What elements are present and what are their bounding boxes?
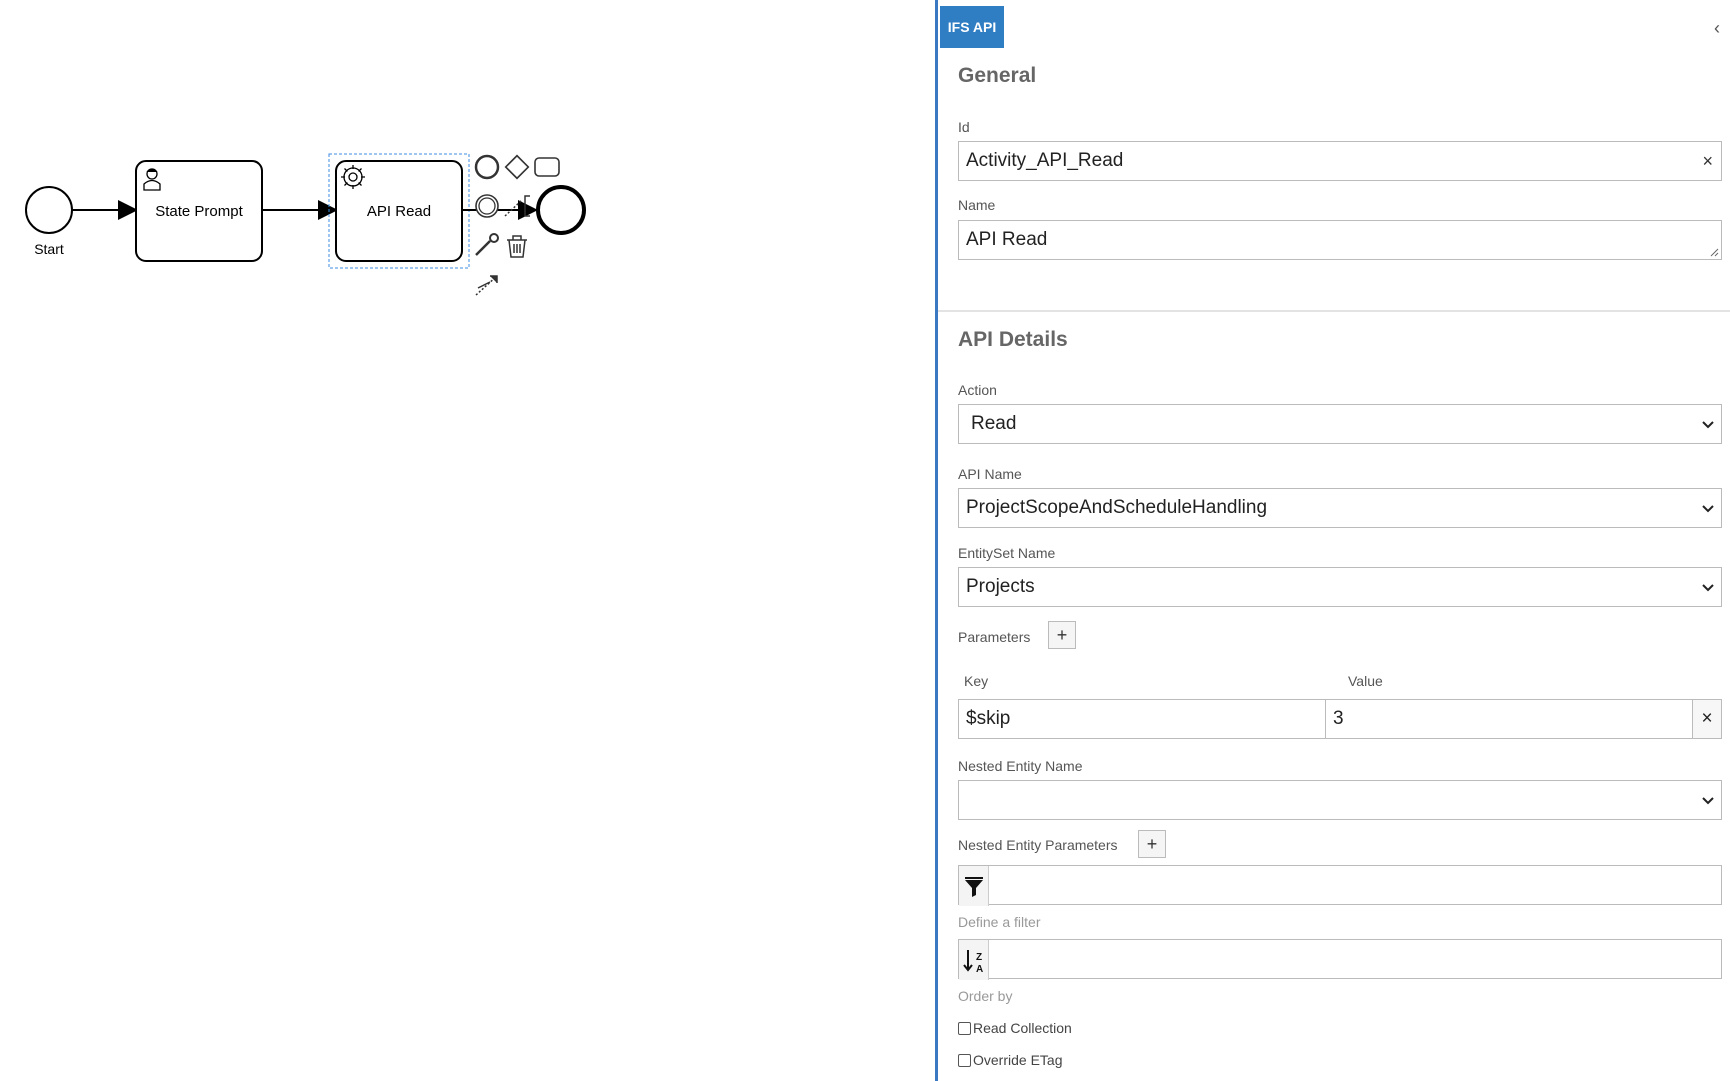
override-etag-checkbox[interactable]: Override ETag: [958, 1052, 1062, 1068]
task-api-read-label: API Read: [367, 203, 431, 220]
sort-descending-icon: Z A: [959, 940, 989, 980]
append-gateway-icon[interactable]: [504, 154, 530, 180]
checkbox-box[interactable]: [958, 1053, 971, 1067]
param-value-input[interactable]: 3: [1325, 699, 1693, 739]
general-section-title: General: [958, 64, 1037, 87]
connect-arrow-icon[interactable]: [475, 275, 498, 296]
add-parameter-button[interactable]: +: [1048, 621, 1076, 649]
chevron-down-icon: [1702, 421, 1714, 429]
collapse-panel-icon[interactable]: ‹: [1714, 18, 1720, 39]
id-value: Activity_API_Read: [966, 150, 1124, 171]
properties-panel: IFS API ‹ General Id Activity_API_Read ×…: [935, 0, 1730, 1081]
add-nested-parameter-button[interactable]: +: [1138, 830, 1166, 858]
id-field[interactable]: Activity_API_Read ×: [958, 141, 1722, 181]
api-details-section-title: API Details: [958, 328, 1068, 351]
orderby-hint: Order by: [958, 988, 1013, 1004]
clear-id-icon[interactable]: ×: [1702, 142, 1713, 180]
name-value: API Read: [966, 229, 1048, 250]
text-annotation-icon[interactable]: [504, 195, 530, 217]
svg-text:A: A: [976, 964, 983, 975]
remove-icon: ×: [1701, 708, 1713, 729]
name-field[interactable]: API Read: [958, 220, 1722, 260]
append-start-event-icon[interactable]: [474, 154, 500, 180]
nested-params-label: Nested Entity Parameters: [958, 837, 1118, 853]
entityset-select[interactable]: Projects: [958, 567, 1722, 607]
tab-ifs-api[interactable]: IFS API: [940, 6, 1004, 48]
chevron-down-icon: [1702, 505, 1714, 513]
bpmn-canvas[interactable]: Start State Prompt API Read: [0, 0, 935, 1081]
param-key-input[interactable]: $skip: [958, 699, 1326, 739]
end-event[interactable]: [536, 185, 586, 235]
key-column-header: Key: [964, 673, 989, 689]
override-etag-label: Override ETag: [973, 1052, 1063, 1068]
read-collection-checkbox[interactable]: Read Collection: [958, 1020, 1072, 1036]
api-name-value: ProjectScopeAndScheduleHandling: [966, 497, 1268, 518]
chevron-down-icon: [1702, 584, 1714, 592]
parameters-label: Parameters: [958, 629, 1031, 645]
nested-entity-label: Nested Entity Name: [958, 758, 1083, 774]
start-event-label: Start: [34, 241, 64, 257]
value-column-header: Value: [1348, 673, 1383, 689]
action-value: Read: [971, 413, 1017, 434]
task-state-prompt-label: State Prompt: [155, 203, 243, 220]
resize-handle-icon[interactable]: [1709, 247, 1719, 257]
param-value-value: 3: [1333, 708, 1344, 729]
remove-parameter-button[interactable]: ×: [1692, 699, 1722, 739]
orderby-input[interactable]: Z A: [958, 939, 1722, 980]
trash-icon[interactable]: [507, 235, 527, 258]
svg-text:Z: Z: [976, 952, 982, 963]
filter-hint: Define a filter: [958, 914, 1041, 930]
action-select[interactable]: Read: [958, 404, 1722, 444]
checkbox-box[interactable]: [958, 1021, 971, 1035]
wrench-icon[interactable]: [475, 233, 499, 256]
filter-icon: [959, 866, 989, 906]
chevron-down-icon: [1702, 797, 1714, 805]
param-key-value: $skip: [966, 708, 1011, 729]
id-label: Id: [958, 119, 970, 135]
api-name-select[interactable]: ProjectScopeAndScheduleHandling: [958, 488, 1722, 528]
append-task-icon[interactable]: [534, 157, 560, 177]
name-label: Name: [958, 197, 996, 213]
bpmn-diagram[interactable]: Start State Prompt API Read: [0, 0, 935, 1081]
entityset-value: Projects: [966, 576, 1035, 597]
nested-entity-select[interactable]: [958, 780, 1722, 820]
entityset-label: EntitySet Name: [958, 545, 1056, 561]
start-event[interactable]: [25, 186, 73, 234]
api-name-label: API Name: [958, 466, 1022, 482]
section-divider: [938, 310, 1730, 312]
read-collection-label: Read Collection: [973, 1020, 1072, 1036]
action-label: Action: [958, 382, 997, 398]
filter-input[interactable]: [958, 865, 1722, 906]
